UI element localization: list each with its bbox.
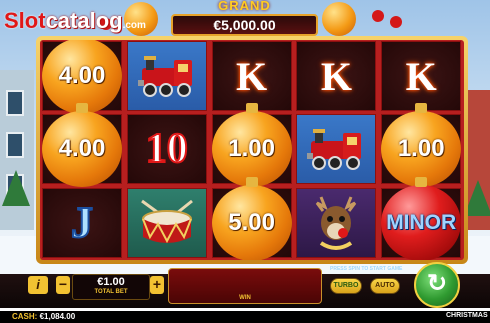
total-bet-display: €1.00 TOTAL BET — [72, 274, 150, 300]
reel-cell: 5.00 — [211, 176, 292, 260]
info-button[interactable]: i — [28, 276, 48, 294]
cash-bauble-icon: 5.00 — [211, 176, 292, 260]
jackpot-label: GRAND — [218, 0, 271, 13]
cash-bauble-icon: 4.00 — [42, 103, 122, 188]
symbol-k: K — [236, 53, 268, 99]
bauble-value: MINOR — [386, 210, 457, 234]
increase-bet-button[interactable]: + — [150, 276, 164, 294]
cash-display: CASH: €1,084.00 — [12, 312, 75, 321]
slotcatalog-logo: Slotcatalog.com — [4, 8, 146, 34]
auto-button[interactable]: AUTO — [370, 278, 400, 294]
bet-value: €1.00 — [97, 276, 125, 288]
logo-suffix: catalog — [45, 8, 123, 33]
game-screen: Slotcatalog.com GRAND €5,000.00 4.00 4.00… — [0, 0, 490, 323]
symbol-10: 10 — [145, 125, 189, 173]
holly-berry-icon — [390, 16, 402, 28]
holly-berry-icon — [372, 10, 384, 22]
bauble-cap — [415, 176, 428, 187]
symbol-k: K — [320, 53, 352, 99]
turbo-button[interactable]: TURBO — [330, 278, 362, 294]
reel-grid: 4.00 4.00 J 10 K 1.00 5.00 K K 1.00 MINOR — [40, 40, 464, 260]
bauble-cap — [76, 103, 88, 114]
reel-cell: K — [381, 41, 462, 111]
symbol-k: K — [405, 53, 437, 99]
bet-label: TOTAL BET — [94, 289, 128, 295]
cash-bauble-icon: 1.00 — [381, 103, 462, 188]
win-label: WIN — [239, 295, 251, 301]
refresh-icon: ↻ — [426, 270, 448, 297]
window-icon — [6, 132, 24, 158]
bauble-value: 5.00 — [228, 208, 275, 236]
cash-value: €1,084.00 — [39, 312, 76, 321]
cash-bauble-icon: 1.00 — [211, 103, 292, 188]
bauble-value: 1.00 — [228, 135, 275, 163]
tree-icon — [2, 170, 30, 206]
bauble-value: 4.00 — [58, 135, 106, 163]
reel-cell — [126, 187, 207, 258]
reel-cell: MINOR — [381, 176, 462, 260]
reel-cell — [296, 114, 377, 185]
drum-icon — [140, 199, 193, 243]
win-display: WIN — [168, 268, 322, 304]
reel-cell — [126, 41, 207, 111]
game-name: CHRISTMAS — [446, 312, 488, 319]
minor-bauble-icon: MINOR — [381, 176, 462, 260]
grand-jackpot: GRAND €5,000.00 — [171, 0, 318, 36]
reel-cell: 1.00 — [381, 103, 462, 188]
train-icon — [137, 56, 192, 97]
bauble-cap — [245, 176, 258, 187]
reindeer-icon — [316, 196, 357, 250]
bauble-decoration-icon — [322, 2, 356, 36]
spin-button[interactable]: ↻ — [414, 262, 460, 308]
jackpot-value: €5,000.00 — [171, 14, 318, 36]
bauble-value: 1.00 — [397, 135, 445, 163]
bauble-cap — [245, 103, 258, 114]
symbol-j: J — [70, 197, 94, 248]
logo-tld: .com — [122, 20, 146, 31]
bauble-cap — [415, 103, 428, 114]
cash-label: CASH: — [12, 312, 38, 321]
window-icon — [6, 90, 24, 116]
reel-cell: 4.00 — [42, 103, 122, 188]
train-icon — [307, 129, 362, 171]
decrease-bet-button[interactable]: − — [56, 276, 70, 294]
reel-cell: K — [296, 41, 377, 111]
reel-cell: 10 — [126, 114, 207, 185]
reel-cell: J — [42, 187, 122, 258]
reel-cell: 1.00 — [211, 103, 292, 188]
press-spin-hint: PRESS SPIN TO START GAME — [330, 266, 403, 272]
background-house-left — [0, 70, 34, 230]
logo-prefix: Slot — [4, 8, 46, 33]
bauble-value: 4.00 — [58, 62, 106, 89]
reel-cell: K — [211, 41, 292, 111]
reel-cell — [296, 187, 377, 258]
reel-cell: 4.00 — [42, 40, 122, 114]
reel-frame: 4.00 4.00 J 10 K 1.00 5.00 K K 1.00 MINOR — [36, 36, 468, 264]
